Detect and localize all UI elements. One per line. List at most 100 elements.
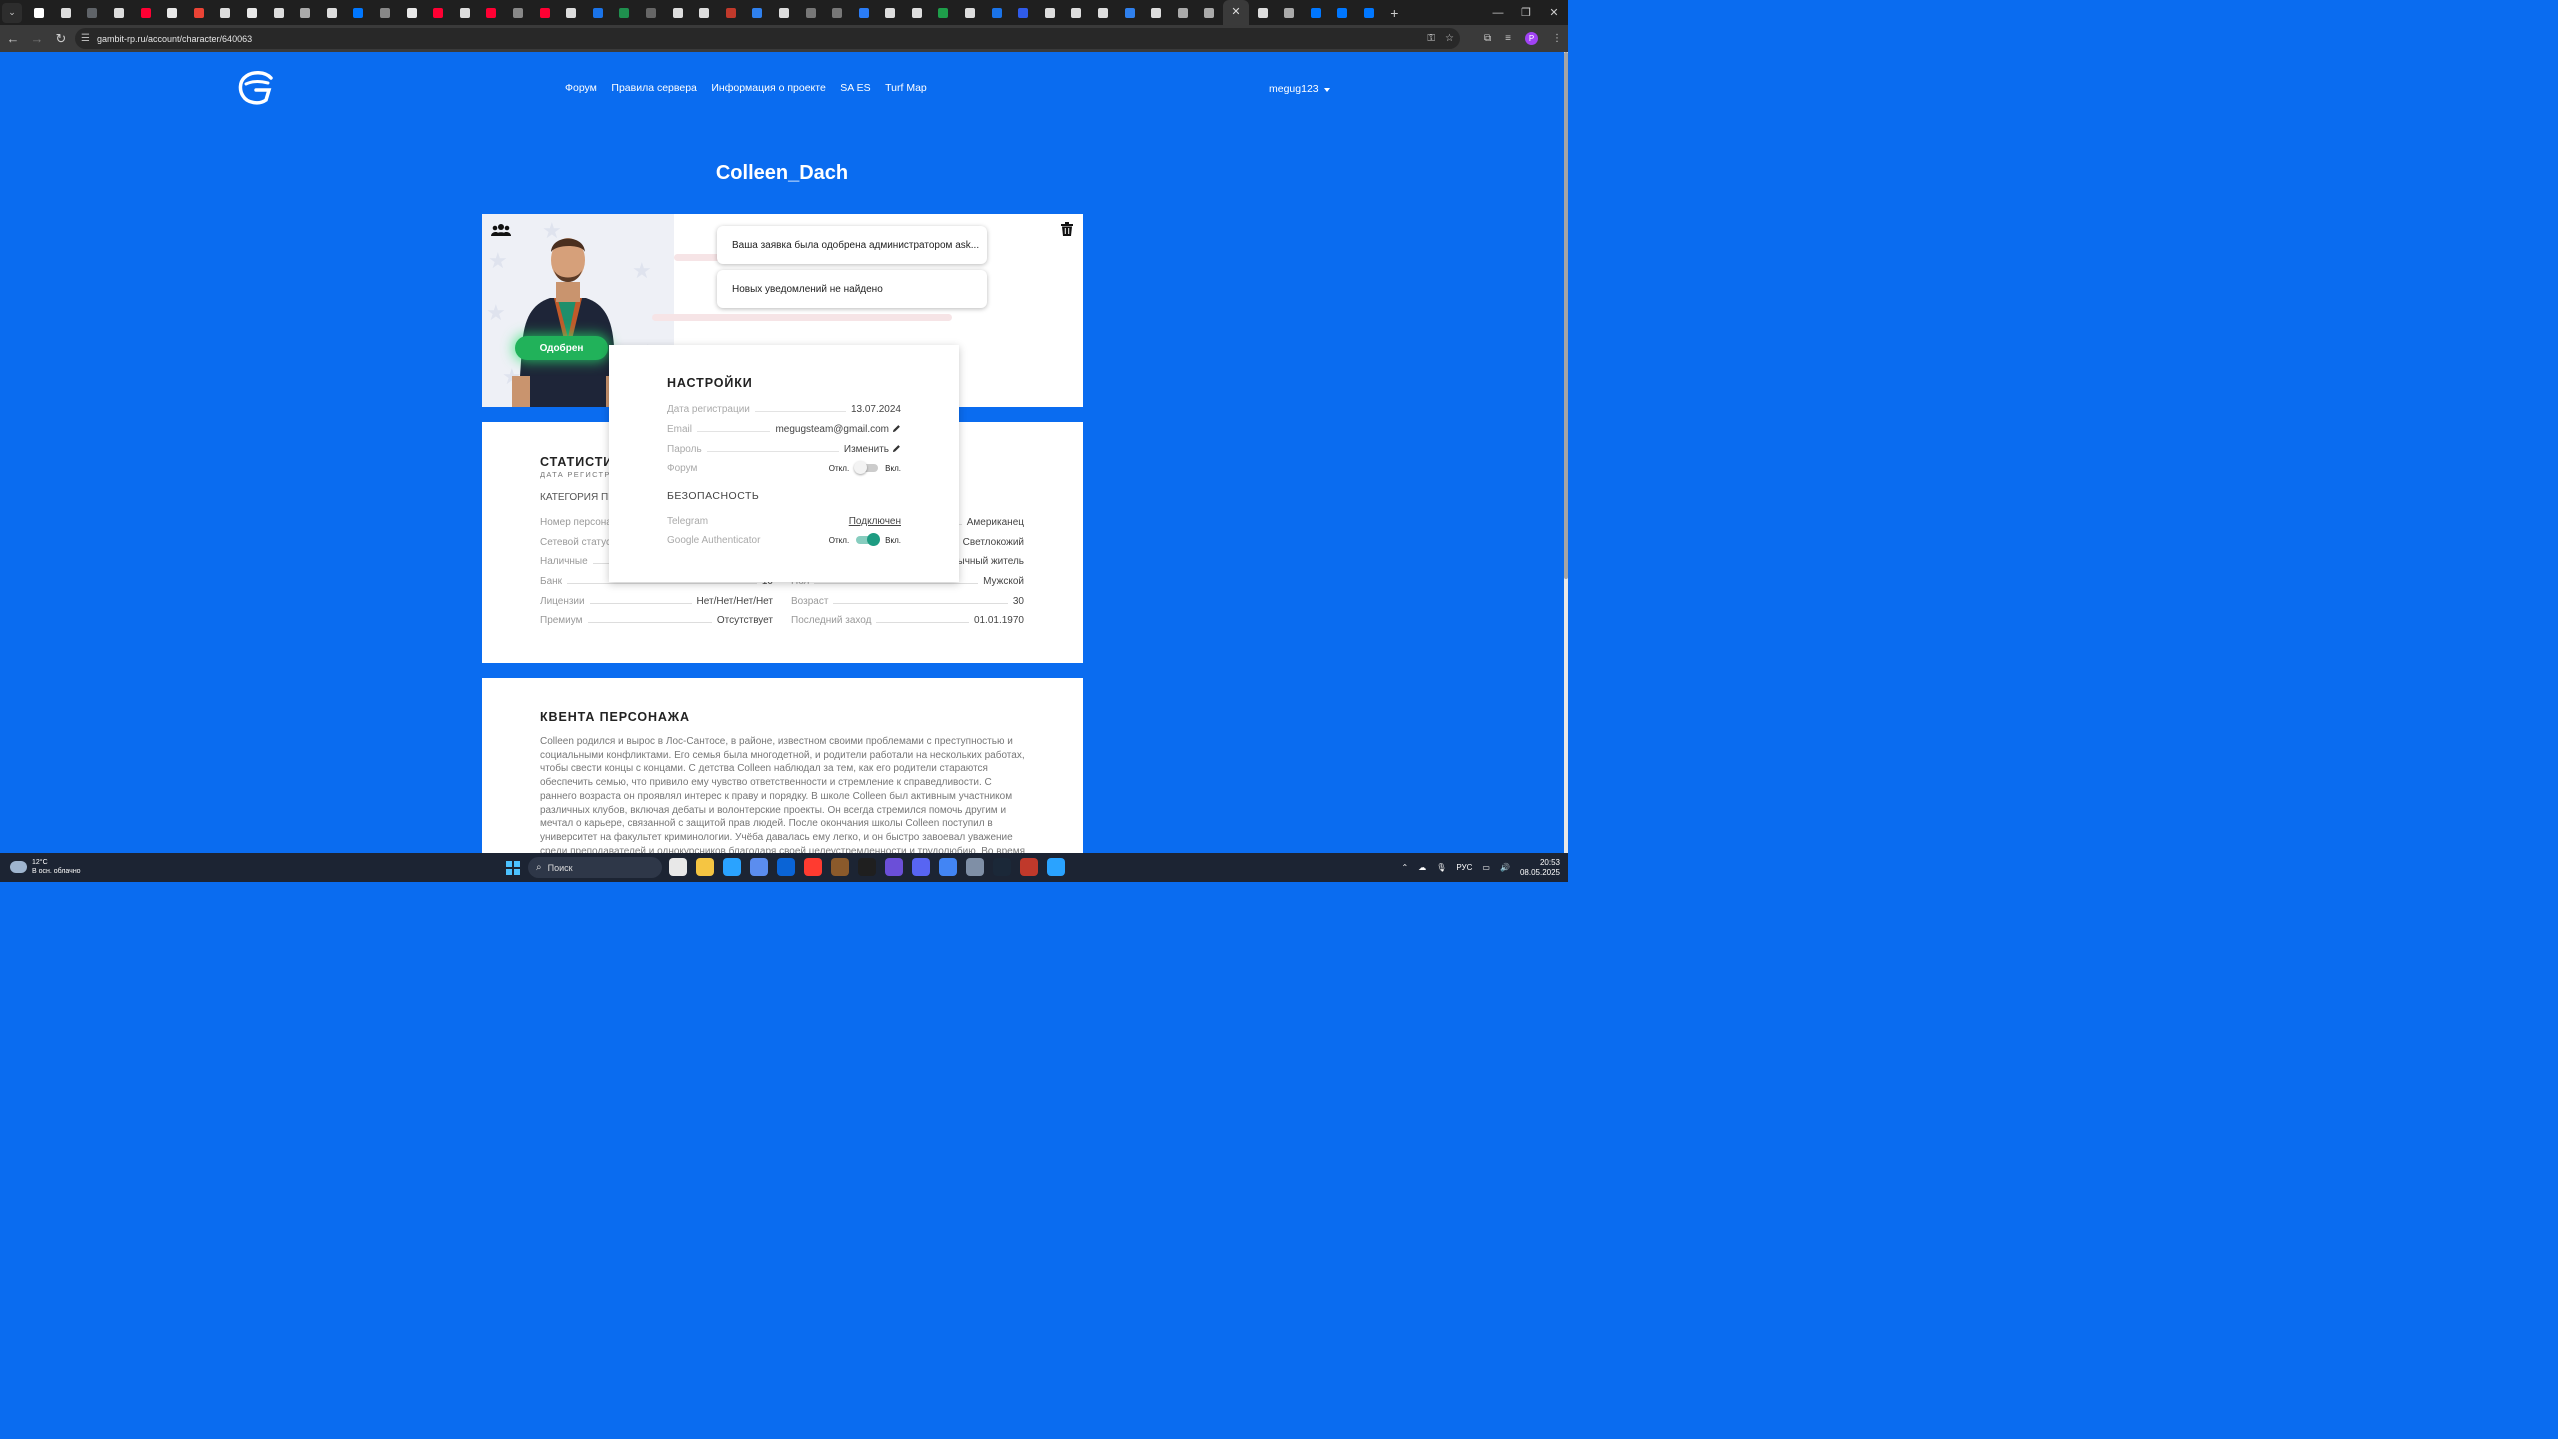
windows-start-icon[interactable] bbox=[506, 861, 520, 875]
forward-button[interactable]: → bbox=[26, 28, 48, 50]
browser-tab[interactable] bbox=[664, 0, 691, 25]
browser-tab[interactable] bbox=[930, 0, 957, 25]
browser-tab[interactable] bbox=[1249, 0, 1276, 25]
browser-tab[interactable] bbox=[478, 0, 505, 25]
browser-tab[interactable] bbox=[292, 0, 319, 25]
browser-tab[interactable] bbox=[1276, 0, 1303, 25]
taskbar-app-icon[interactable] bbox=[831, 858, 849, 876]
forum-toggle[interactable] bbox=[854, 461, 879, 474]
browser-tab[interactable] bbox=[1116, 0, 1143, 25]
browser-tab[interactable] bbox=[531, 0, 558, 25]
user-menu[interactable]: megug123 bbox=[1269, 83, 1330, 95]
cloud-sync-icon[interactable]: ☁ bbox=[1418, 863, 1426, 872]
taskbar-app-icon[interactable] bbox=[669, 858, 687, 876]
browser-tab[interactable] bbox=[186, 0, 213, 25]
browser-tab[interactable] bbox=[850, 0, 877, 25]
browser-tab[interactable] bbox=[904, 0, 931, 25]
taskbar-app-icon[interactable] bbox=[696, 858, 714, 876]
google-auth-toggle[interactable] bbox=[856, 533, 881, 546]
browser-tab[interactable] bbox=[1063, 0, 1090, 25]
extensions-icon[interactable]: ⧉ bbox=[1484, 33, 1491, 44]
browser-tab[interactable] bbox=[26, 0, 53, 25]
volume-icon[interactable]: 🔊 bbox=[1500, 863, 1510, 872]
browser-tab[interactable] bbox=[159, 0, 186, 25]
browser-tab[interactable] bbox=[79, 0, 106, 25]
language-indicator[interactable]: РУС bbox=[1456, 863, 1472, 872]
browser-tab[interactable] bbox=[1356, 0, 1383, 25]
browser-tab[interactable] bbox=[1170, 0, 1197, 25]
browser-tab[interactable] bbox=[265, 0, 292, 25]
browser-tab[interactable] bbox=[1037, 0, 1064, 25]
telegram-connected-link[interactable]: Подключен bbox=[849, 516, 901, 527]
password-key-icon[interactable]: ⚿ bbox=[1427, 33, 1435, 44]
browser-tab-active[interactable]: ✕ bbox=[1222, 0, 1250, 25]
status-approved-button[interactable]: Одобрен bbox=[515, 336, 608, 360]
group-icon[interactable] bbox=[491, 223, 511, 237]
nav-sa-es[interactable]: SA ES bbox=[840, 82, 870, 94]
browser-tab[interactable] bbox=[1303, 0, 1330, 25]
taskbar-app-icon[interactable] bbox=[966, 858, 984, 876]
change-password-link[interactable]: Изменить bbox=[844, 444, 889, 455]
taskbar-app-icon[interactable] bbox=[804, 858, 822, 876]
nav-turf-map[interactable]: Turf Map bbox=[885, 82, 927, 94]
taskbar-app-icon[interactable] bbox=[993, 858, 1011, 876]
minimize-button[interactable]: — bbox=[1484, 0, 1512, 25]
new-tab-button[interactable]: + bbox=[1390, 5, 1398, 21]
address-bar[interactable]: ☰ gambit-rp.ru/account/character/640063 … bbox=[75, 28, 1460, 49]
nav-server-rules[interactable]: Правила сервера bbox=[611, 82, 696, 94]
browser-tab[interactable] bbox=[824, 0, 851, 25]
nav-forum[interactable]: Форум bbox=[565, 82, 597, 94]
browser-tab[interactable] bbox=[212, 0, 239, 25]
browser-tab[interactable] bbox=[345, 0, 372, 25]
profile-avatar[interactable]: P bbox=[1525, 32, 1538, 45]
close-tab-icon[interactable]: ✕ bbox=[1231, 7, 1240, 18]
browser-tab[interactable] bbox=[425, 0, 452, 25]
taskbar-app-icon[interactable] bbox=[939, 858, 957, 876]
browser-tab[interactable] bbox=[132, 0, 159, 25]
close-window-button[interactable]: ✕ bbox=[1540, 0, 1568, 25]
bookmark-star-icon[interactable]: ☆ bbox=[1445, 33, 1454, 44]
taskbar-app-icon[interactable] bbox=[777, 858, 795, 876]
taskbar-app-icon[interactable] bbox=[750, 858, 768, 876]
taskbar-app-icon[interactable] bbox=[1047, 858, 1065, 876]
browser-tab[interactable] bbox=[319, 0, 346, 25]
browser-tab[interactable] bbox=[1143, 0, 1170, 25]
clock[interactable]: 20:53 08.05.2025 bbox=[1520, 858, 1560, 878]
browser-tab[interactable] bbox=[452, 0, 479, 25]
nav-project-info[interactable]: Информация о проекте bbox=[711, 82, 825, 94]
browser-tab[interactable] bbox=[877, 0, 904, 25]
browser-tab[interactable] bbox=[1090, 0, 1117, 25]
browser-tab[interactable] bbox=[957, 0, 984, 25]
notification-item[interactable]: Ваша заявка была одобрена администраторо… bbox=[717, 226, 987, 264]
restore-button[interactable]: ❐ bbox=[1512, 0, 1540, 25]
browser-tab[interactable] bbox=[983, 0, 1010, 25]
media-control-icon[interactable]: ≡ bbox=[1505, 33, 1511, 44]
browser-tab[interactable] bbox=[797, 0, 824, 25]
taskbar-app-icon[interactable] bbox=[885, 858, 903, 876]
browser-tab[interactable] bbox=[1010, 0, 1037, 25]
chevron-up-icon[interactable]: ⌃ bbox=[1402, 863, 1409, 872]
browser-tab[interactable] bbox=[1196, 0, 1223, 25]
site-info-icon[interactable]: ☰ bbox=[81, 33, 95, 44]
browser-tab[interactable] bbox=[106, 0, 133, 25]
weather-widget[interactable]: 12°C В осн. облачно bbox=[10, 858, 81, 876]
browser-tab[interactable] bbox=[53, 0, 80, 25]
browser-tab[interactable] bbox=[372, 0, 399, 25]
browser-tab[interactable] bbox=[584, 0, 611, 25]
browser-tab[interactable] bbox=[611, 0, 638, 25]
browser-tab[interactable] bbox=[398, 0, 425, 25]
browser-tab[interactable] bbox=[691, 0, 718, 25]
pencil-icon[interactable] bbox=[892, 424, 901, 433]
browser-tab[interactable] bbox=[1329, 0, 1356, 25]
scrollbar-thumb[interactable] bbox=[1564, 52, 1568, 579]
taskbar-search[interactable]: ⌕ Поиск bbox=[528, 857, 662, 878]
microphone-icon[interactable]: 🎙 bbox=[1436, 863, 1446, 872]
browser-tab[interactable] bbox=[239, 0, 266, 25]
tab-search-button[interactable]: ⌄ bbox=[2, 2, 22, 23]
taskbar-app-icon[interactable] bbox=[1020, 858, 1038, 876]
browser-tab[interactable] bbox=[771, 0, 798, 25]
taskbar-app-icon[interactable] bbox=[858, 858, 876, 876]
pencil-icon[interactable] bbox=[892, 444, 901, 453]
reload-button[interactable]: ↻ bbox=[50, 28, 72, 50]
network-icon[interactable]: ▭ bbox=[1482, 863, 1490, 872]
